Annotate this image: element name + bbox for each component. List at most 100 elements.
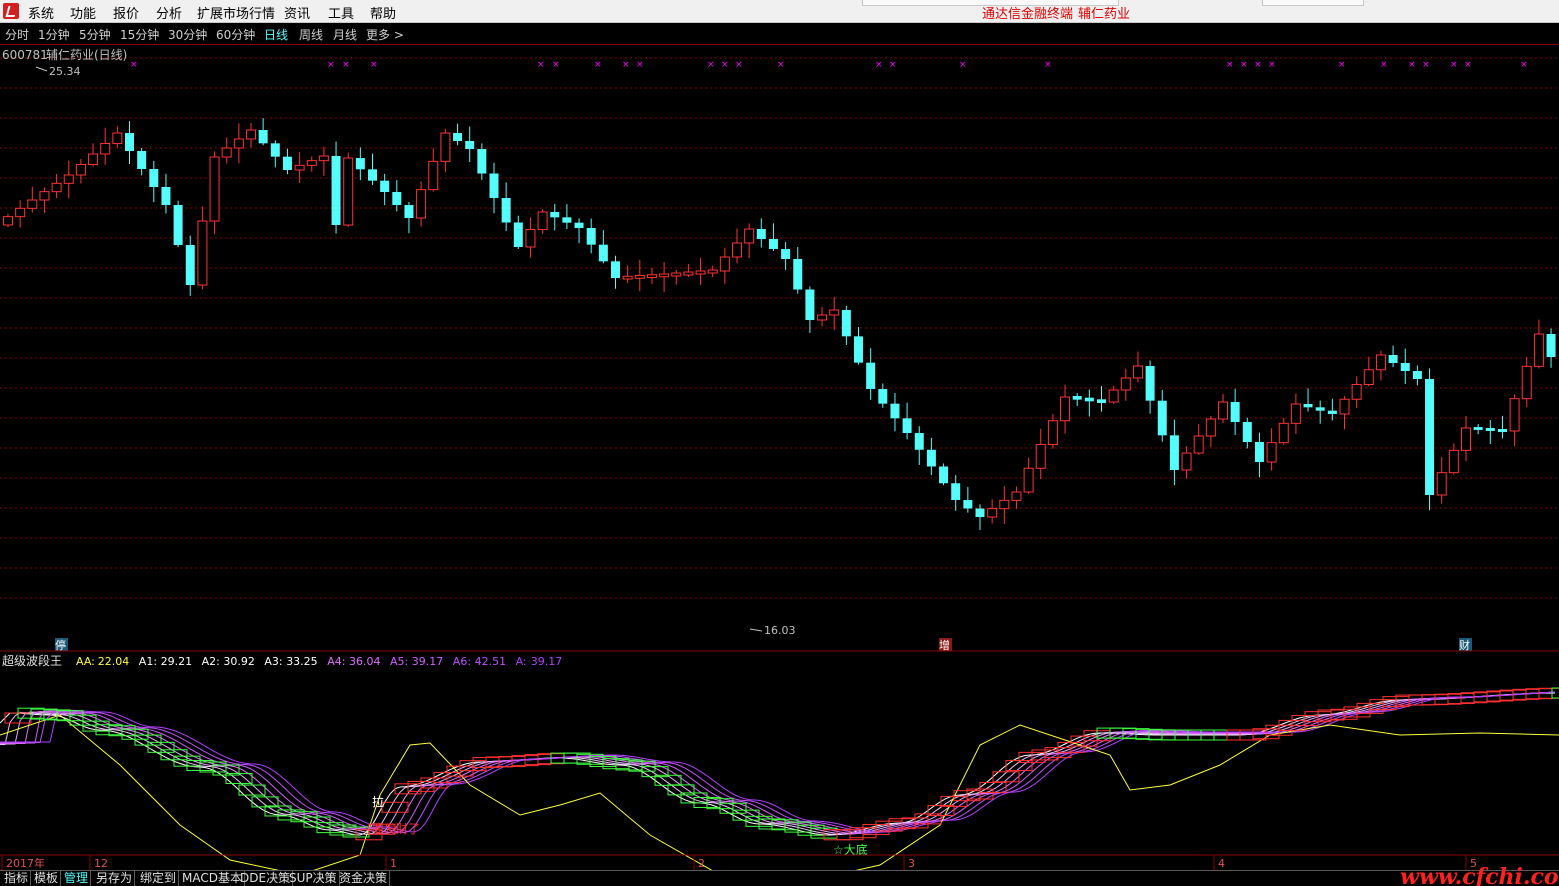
candle xyxy=(1218,401,1228,420)
candle xyxy=(173,205,183,245)
candle xyxy=(1120,377,1131,391)
signal-cross-marker: × xyxy=(1380,60,1388,70)
period-1min[interactable]: 1分钟 xyxy=(38,26,70,43)
candle xyxy=(51,182,62,193)
candle xyxy=(1290,403,1301,424)
tab-template[interactable]: 模板 xyxy=(32,871,62,886)
signal-cross-marker: × xyxy=(1464,60,1472,70)
menu-function[interactable]: 功能 xyxy=(70,3,96,22)
period-weekly[interactable]: 周线 xyxy=(299,26,323,43)
app-logo-icon xyxy=(3,3,19,19)
signal-cross-marker: × xyxy=(959,60,967,70)
candle xyxy=(622,275,633,280)
bottom-tab-bar: 指标 模板 管理 另存为 绑定到 MACD基本 DDE决策 SUP决策 资金决策 xyxy=(0,870,1559,886)
period-5min[interactable]: 5分钟 xyxy=(79,26,111,43)
period-monthly[interactable]: 月线 xyxy=(333,26,357,43)
wave-line-0 xyxy=(0,692,1556,836)
candle xyxy=(1097,399,1106,403)
time-label-1: 12 xyxy=(94,857,108,870)
tab-bind-to[interactable]: 绑定到 xyxy=(138,871,180,886)
candle xyxy=(1181,452,1192,471)
signal-cross-markers: × × × × × × × × × × × × × × × × × × × × × × × × × × × × xyxy=(130,60,1528,70)
period-more[interactable]: 更多 > xyxy=(366,26,404,43)
indicator-name[interactable]: 超级波段王 xyxy=(2,653,62,668)
param-label-3: A3: xyxy=(264,655,282,668)
period-timeshare[interactable]: 分时 xyxy=(5,26,29,43)
param-label-5: A5: xyxy=(390,655,408,668)
param-label-6: A6: xyxy=(453,655,471,668)
period-30min[interactable]: 30分钟 xyxy=(168,26,207,43)
menu-system[interactable]: 系统 xyxy=(28,3,54,22)
candle xyxy=(1351,384,1362,400)
candle xyxy=(1011,491,1022,501)
param-label-4: A4: xyxy=(327,655,345,668)
candle xyxy=(1448,449,1459,474)
watermark: www.cfchi.com xyxy=(1400,864,1559,886)
tab-macd[interactable]: MACD基本 xyxy=(180,871,245,886)
candle xyxy=(465,141,475,149)
signal-cross-marker: × xyxy=(1044,60,1052,70)
menu-analysis[interactable]: 分析 xyxy=(156,3,182,22)
tab-dde[interactable]: DDE决策 xyxy=(238,871,294,886)
candle xyxy=(1193,435,1204,454)
candle xyxy=(975,508,985,517)
signal-cross-marker: × xyxy=(537,60,545,70)
signal-cross-marker: × xyxy=(1254,60,1262,70)
wave-line-aa xyxy=(0,714,1559,870)
candle xyxy=(1132,365,1143,379)
candle xyxy=(611,261,620,278)
finance-marker-label: 财 xyxy=(1459,638,1470,652)
signal-cross-marker: × xyxy=(636,60,644,70)
period-daily[interactable]: 日线 xyxy=(264,26,288,43)
candle xyxy=(306,160,317,166)
candle xyxy=(1412,371,1422,379)
candle xyxy=(440,132,451,162)
candle xyxy=(1047,420,1058,445)
candle xyxy=(1315,407,1325,411)
period-15min[interactable]: 15分钟 xyxy=(120,26,159,43)
candle xyxy=(562,217,572,223)
candle xyxy=(878,389,888,404)
tab-save-as[interactable]: 另存为 xyxy=(94,871,136,886)
candle xyxy=(550,212,560,218)
candle xyxy=(1145,366,1155,401)
menu-tools[interactable]: 工具 xyxy=(328,3,354,22)
menu-quote[interactable]: 报价 xyxy=(113,3,139,22)
candle xyxy=(1497,429,1507,432)
low-price-pointer xyxy=(749,628,763,632)
candle xyxy=(1157,400,1167,436)
signal-cross-marker: × xyxy=(707,60,715,70)
candle xyxy=(258,130,268,144)
menu-news[interactable]: 资讯 xyxy=(284,3,310,22)
candle xyxy=(331,156,341,225)
candle xyxy=(768,239,778,249)
candle xyxy=(282,156,292,170)
wave-line-5 xyxy=(0,691,1556,834)
tab-capital[interactable]: 资金决策 xyxy=(337,871,391,886)
signal-cross-marker: × xyxy=(875,60,883,70)
candle xyxy=(1509,398,1520,432)
menu-help[interactable]: 帮助 xyxy=(370,3,396,22)
candle xyxy=(1400,363,1410,371)
signal-cross-marker: × xyxy=(622,60,630,70)
candle xyxy=(598,244,608,262)
candle xyxy=(1425,379,1435,495)
menu-extended-market[interactable]: 扩展市场行情 xyxy=(197,3,275,22)
candle xyxy=(404,205,414,218)
tab-indicator[interactable]: 指标 xyxy=(2,871,32,886)
time-label-2: 1 xyxy=(390,857,397,870)
signal-cross-marker: × xyxy=(130,60,138,70)
candle xyxy=(671,272,682,277)
candle xyxy=(1436,472,1447,496)
signal-cross-marker: × xyxy=(327,60,335,70)
tab-sup[interactable]: SUP决策 xyxy=(287,871,340,886)
candle xyxy=(1278,422,1289,444)
high-price-label: 25.34 xyxy=(49,65,81,78)
period-60min[interactable]: 60分钟 xyxy=(216,26,255,43)
candle xyxy=(1230,402,1240,422)
tab-manage[interactable]: 管理 xyxy=(62,871,92,886)
param-value-4: 36.04 xyxy=(349,655,381,668)
candle xyxy=(646,274,657,278)
candle xyxy=(270,143,280,157)
kline-chart[interactable]: × × × × × × × × × × × × × × × × × × × × × × × × × × × × 600781 辅仁药业… xyxy=(0,45,1559,870)
